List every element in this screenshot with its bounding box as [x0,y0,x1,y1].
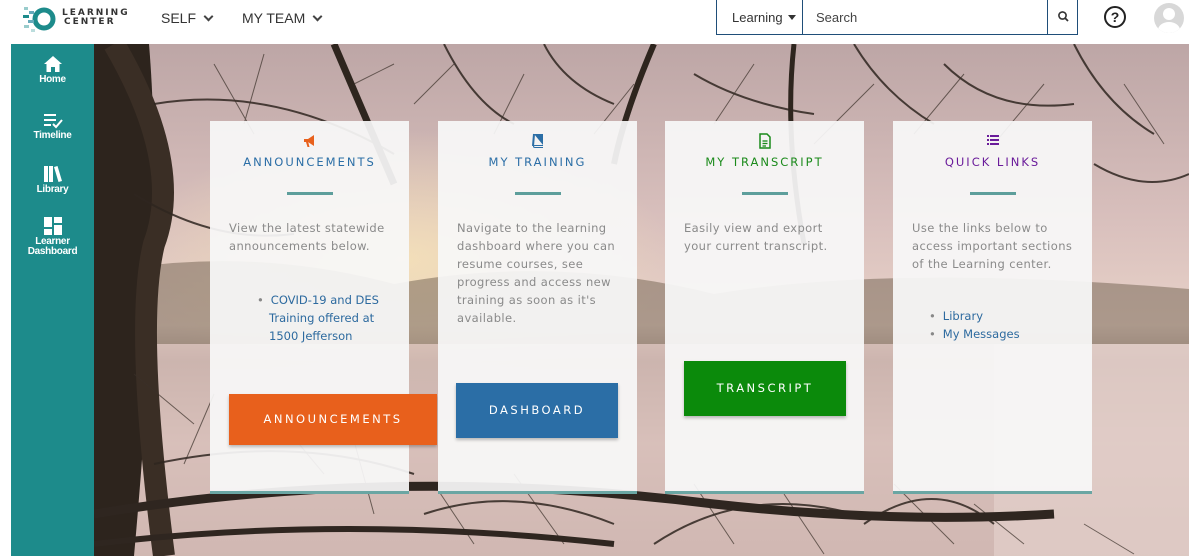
card-description: View the latest statewide announcements … [229,221,385,253]
sidebar-item-label: Library [36,184,69,195]
top-bar: LEARNING CENTER SELF MY TEAM Learning ? [0,0,1189,44]
caret-down-icon [787,15,796,20]
announcements-list: COVID-19 and DES Training offered at 150… [257,291,407,345]
sidebar-item-label: Dashboard [27,246,78,257]
card-divider [287,192,333,195]
announcement-link[interactable]: COVID-19 and DES Training offered at 150… [269,293,379,343]
chevron-down-icon [312,11,323,22]
my-training-card: MY TRAINING Navigate to the learning das… [438,121,637,494]
announcements-card: ANNOUNCEMENTS View the latest statewide … [210,121,437,494]
chevron-down-icon [203,11,214,22]
search-box: Learning [716,0,1078,35]
nav-self-menu[interactable]: SELF [161,10,214,26]
card-title: MY TRAINING [488,155,587,169]
sidebar-item-library[interactable]: Library [11,164,94,195]
announcements-button[interactable]: ANNOUNCEMENTS [229,394,437,445]
card-title: MY TRANSCRIPT [705,155,824,169]
user-avatar-button[interactable] [1154,3,1184,33]
help-button[interactable]: ? [1104,6,1126,28]
timeline-icon [43,114,63,129]
dashboard-button[interactable]: DASHBOARD [456,383,618,438]
nav-my-team-label: MY TEAM [242,10,306,26]
home-icon [43,56,62,72]
search-icon [1058,11,1069,22]
my-transcript-card: MY TRANSCRIPT Easily view and export you… [665,121,864,494]
quick-links-card: QUICK LINKS Use the links below to acces… [893,121,1092,494]
library-icon [43,166,62,182]
card-divider [515,192,561,195]
card-title: ANNOUNCEMENTS [243,155,376,169]
transcript-button[interactable]: TRANSCRIPT [684,361,846,416]
quick-link-library[interactable]: Library [943,309,983,323]
card-description: Easily view and export your current tran… [684,221,828,253]
sidebar-item-home[interactable]: Home [11,54,94,85]
list-item: My Messages [929,325,1079,343]
list-icon [986,135,999,145]
sidebar-item-timeline[interactable]: Timeline [11,110,94,141]
search-category-label: Learning [732,10,783,25]
nav-my-team-menu[interactable]: MY TEAM [242,10,323,26]
nav-self-label: SELF [161,10,197,26]
book-icon [531,133,543,148]
sidebar-item-label: Timeline [33,130,72,141]
quick-link-my-messages[interactable]: My Messages [943,327,1020,341]
user-avatar-icon [1158,8,1180,33]
search-button[interactable] [1047,0,1078,34]
megaphone-icon [303,135,314,147]
document-icon [758,133,771,149]
dashboard-icon [43,217,62,235]
logo-text-line2: CENTER [64,17,116,27]
search-category-dropdown[interactable]: Learning [717,0,803,34]
list-item: COVID-19 and DES Training offered at 150… [269,291,407,345]
quick-links-list: Library My Messages [929,307,1079,343]
card-divider [970,192,1016,195]
list-item: Library [929,307,1079,325]
left-sidebar: Home Timeline Library Learner Dashboard [11,44,94,556]
card-description: Navigate to the learning dashboard where… [457,221,616,325]
learning-center-logo[interactable]: LEARNING CENTER [20,1,140,37]
search-input[interactable] [804,0,1044,34]
help-circle-icon: ? [1110,9,1120,25]
card-title: QUICK LINKS [944,155,1041,169]
sidebar-item-label: Home [39,74,66,85]
card-divider [742,192,788,195]
card-description: Use the links below to access important … [912,221,1073,271]
sidebar-item-learner-dashboard[interactable]: Learner Dashboard [11,216,94,257]
logo-mark-icon [23,7,56,32]
